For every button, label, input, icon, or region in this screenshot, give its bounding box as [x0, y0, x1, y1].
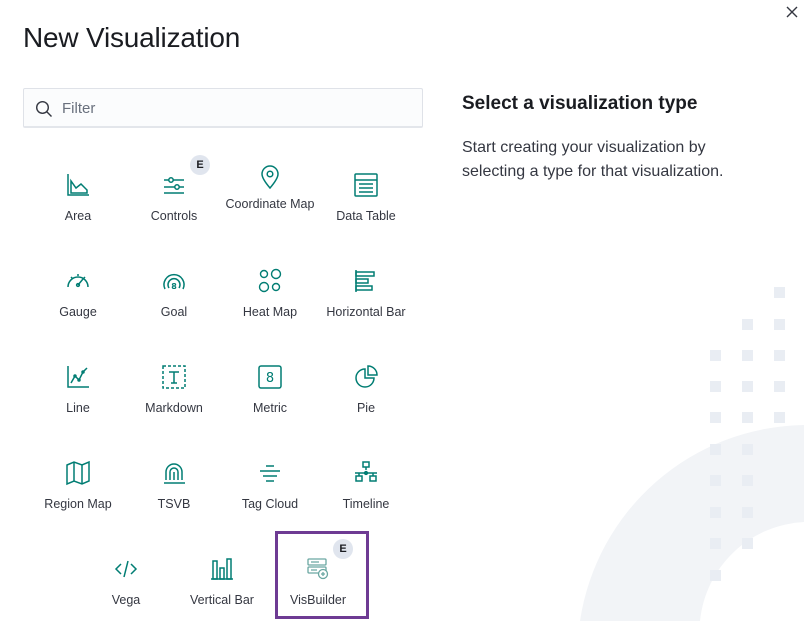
vis-type-metric[interactable]: 8 Metric	[222, 342, 318, 432]
vis-type-goal[interactable]: 8 Goal	[126, 246, 222, 336]
markdown-icon	[161, 364, 187, 390]
close-icon	[786, 6, 798, 17]
vis-type-coordinate-map[interactable]: Coordinate Map	[222, 150, 318, 240]
search-icon	[35, 100, 52, 117]
vis-type-label: Timeline	[342, 497, 390, 511]
vis-type-vega[interactable]: Vega	[78, 534, 174, 621]
vertical-bar-icon	[209, 556, 235, 582]
vis-type-data-table[interactable]: Data Table	[318, 150, 414, 240]
vis-type-label: Horizontal Bar	[326, 305, 406, 319]
area-chart-icon	[65, 172, 91, 198]
vis-type-heat-map[interactable]: Heat Map	[222, 246, 318, 336]
pie-chart-icon	[353, 364, 379, 390]
svg-text:8: 8	[171, 282, 177, 291]
vis-type-label: Metric	[252, 401, 288, 415]
table-icon	[353, 172, 379, 198]
vis-type-pie[interactable]: Pie	[318, 342, 414, 432]
vis-type-label: Line	[66, 401, 90, 415]
vis-type-label: Vega	[111, 593, 141, 607]
experimental-badge: E	[333, 539, 353, 559]
vis-type-horizontal-bar[interactable]: Horizontal Bar	[318, 246, 414, 336]
vis-type-label: Data Table	[336, 209, 396, 223]
vis-type-label: TSVB	[157, 497, 191, 511]
line-chart-icon	[65, 364, 91, 390]
modal-title: New Visualization	[23, 22, 241, 53]
region-map-icon	[65, 460, 91, 486]
vis-type-label: Region Map	[44, 497, 112, 511]
horizontal-bar-icon	[353, 268, 379, 294]
vis-type-label: Markdown	[145, 401, 203, 415]
vis-type-area[interactable]: Area	[30, 150, 126, 240]
visbuilder-icon	[305, 556, 331, 582]
code-icon	[113, 556, 139, 582]
vis-type-label: Area	[64, 209, 92, 223]
vis-type-label: Pie	[356, 401, 376, 415]
filter-input[interactable]	[62, 89, 412, 127]
vis-type-region-map[interactable]: Region Map	[30, 438, 126, 528]
tag-cloud-icon	[257, 460, 283, 486]
controls-icon	[161, 172, 187, 198]
experimental-badge: E	[190, 155, 210, 175]
info-description: Start creating your visualization by sel…	[462, 139, 724, 180]
goal-icon: 8	[161, 268, 187, 294]
metric-icon: 8	[257, 364, 283, 390]
vis-type-timeline[interactable]: Timeline	[318, 438, 414, 528]
vis-type-line[interactable]: Line	[30, 342, 126, 432]
vis-type-label: Controls	[150, 209, 198, 223]
gauge-icon	[65, 268, 91, 294]
vis-type-vertical-bar[interactable]: Vertical Bar	[174, 534, 270, 621]
close-button[interactable]	[782, 3, 802, 23]
vis-type-label: VisBuilder	[289, 593, 347, 607]
vis-type-markdown[interactable]: Markdown	[126, 342, 222, 432]
vis-type-gauge[interactable]: Gauge	[30, 246, 126, 336]
tsvb-icon	[161, 460, 187, 486]
svg-text:8: 8	[266, 371, 274, 386]
vis-type-label: Goal	[160, 305, 188, 319]
vis-type-label: Gauge	[59, 305, 97, 319]
timeline-icon	[353, 460, 379, 486]
new-visualization-modal: New Visualization Select a visualization…	[0, 0, 804, 621]
vis-type-label: Coordinate Map	[225, 197, 315, 211]
vis-type-label: Vertical Bar	[190, 593, 254, 607]
filter-box	[23, 88, 423, 128]
vis-type-tsvb[interactable]: TSVB	[126, 438, 222, 528]
decorative-illustration	[580, 287, 804, 621]
vis-type-label: Heat Map	[242, 305, 298, 319]
map-marker-icon	[257, 164, 283, 190]
heatmap-icon	[257, 268, 283, 294]
vis-type-tag-cloud[interactable]: Tag Cloud	[222, 438, 318, 528]
info-title: Select a visualization type	[462, 93, 698, 114]
vis-type-label: Tag Cloud	[241, 497, 299, 511]
